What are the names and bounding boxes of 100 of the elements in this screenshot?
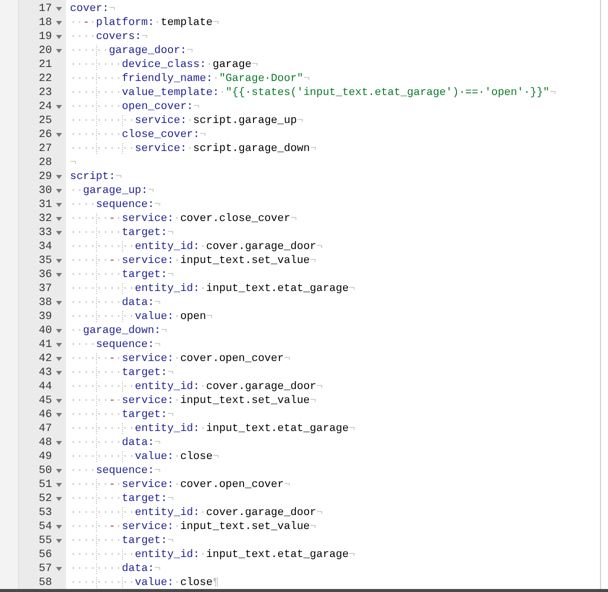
line-number: 42	[38, 352, 52, 366]
caret-icon[interactable]	[56, 343, 62, 347]
code-line: ········friendly_name:·"Garage·Door"¬	[70, 73, 310, 85]
line-number: 18	[38, 16, 52, 30]
code-line: ······-·service:·input_text.set_value¬	[70, 395, 316, 407]
code-line: cover:¬	[70, 3, 116, 15]
code-line: ··garage_down:¬	[70, 325, 168, 337]
caret-icon[interactable]	[56, 441, 62, 445]
code-line: ····covers:¬	[70, 31, 148, 43]
caret-icon[interactable]	[56, 7, 62, 11]
line-number: 35	[38, 254, 52, 268]
code-line: ··········entity_id:·input_text.etat_garage¬	[70, 423, 356, 435]
code-line: ········close_cover:¬	[70, 129, 206, 141]
line-number: 38	[38, 296, 52, 310]
caret-icon[interactable]	[56, 483, 62, 487]
code-line: ¬	[70, 157, 76, 169]
code-line: ··garage_up:¬	[70, 185, 154, 197]
caret-icon[interactable]	[56, 231, 62, 235]
line-number: 20	[38, 44, 52, 58]
caret-icon[interactable]	[56, 301, 62, 305]
line-number: 57	[38, 562, 52, 576]
caret-icon[interactable]	[56, 273, 62, 277]
line-number: 24	[38, 100, 52, 114]
caret-icon[interactable]	[56, 105, 62, 109]
code-line: ··········entity_id:·input_text.etat_garage¬	[70, 549, 356, 561]
line-number: 23	[38, 86, 52, 100]
caret-icon[interactable]	[56, 371, 62, 375]
line-number: 26	[38, 128, 52, 142]
caret-icon[interactable]	[56, 175, 62, 179]
line-number: 43	[38, 366, 52, 380]
caret-icon[interactable]	[56, 259, 62, 263]
line-number: 27	[38, 142, 52, 156]
line-number: 25	[38, 114, 52, 128]
code-line: ······-·service:·cover.open_cover¬	[70, 479, 290, 491]
caret-icon[interactable]	[56, 217, 62, 221]
caret-icon[interactable]	[56, 49, 62, 53]
code-line: ······-·service:·input_text.set_value¬	[70, 521, 316, 533]
line-number: 54	[38, 520, 52, 534]
line-number: 45	[38, 394, 52, 408]
line-number: 53	[38, 506, 52, 520]
caret-icon[interactable]	[56, 189, 62, 193]
line-number: 37	[38, 282, 52, 296]
line-number: 36	[38, 268, 52, 282]
code-line: ········value_template:·"{{·states('input_text.etat_garage')·==·'open'·}}"¬	[70, 87, 556, 99]
code-line: ······-·service:·input_text.set_value¬	[70, 255, 316, 267]
line-number: 56	[38, 548, 52, 562]
code-line: ····sequence:¬	[70, 339, 161, 351]
caret-icon[interactable]	[56, 497, 62, 501]
code-line: ········target:¬	[70, 493, 174, 505]
code-line: ··········service:·script.garage_up¬	[70, 115, 304, 127]
caret-icon[interactable]	[56, 399, 62, 403]
line-number: 40	[38, 324, 52, 338]
line-number: 19	[38, 30, 52, 44]
code-line: ··········value:·close¬	[70, 451, 220, 463]
code-line: ······garage_door:¬	[70, 45, 194, 57]
line-number: 28	[38, 156, 52, 170]
line-number: 47	[38, 422, 52, 436]
line-number: 32	[38, 212, 52, 226]
code-line: ··········value:·open¬	[70, 311, 213, 323]
line-number: 41	[38, 338, 52, 352]
code-line: ··········entity_id:·cover.garage_door¬	[70, 381, 323, 393]
caret-icon[interactable]	[56, 203, 62, 207]
line-number: 21	[38, 58, 52, 72]
line-number: 55	[38, 534, 52, 548]
code-line: ··-·platform:·template¬	[70, 17, 220, 29]
caret-icon[interactable]	[56, 133, 62, 137]
code-line: ······-·service:·cover.close_cover¬	[70, 213, 297, 225]
line-number: 39	[38, 310, 52, 324]
code-line: ··········entity_id:·input_text.etat_garage¬	[70, 283, 356, 295]
line-number: 33	[38, 226, 52, 240]
code-line: ··········value:·close¶	[70, 577, 220, 589]
line-number: 44	[38, 380, 52, 394]
caret-icon[interactable]	[56, 469, 62, 473]
line-number: 46	[38, 408, 52, 422]
line-number: 30	[38, 184, 52, 198]
caret-icon[interactable]	[56, 539, 62, 543]
code-line: ········open_cover:¬	[70, 101, 200, 113]
code-line: ········target:¬	[70, 409, 174, 421]
code-line: ··········service:·script.garage_down¬	[70, 143, 316, 155]
line-number: 29	[38, 170, 52, 184]
code-line: ········data:¬	[70, 437, 161, 449]
code-line: ········data:¬	[70, 297, 161, 309]
code-line: ········target:¬	[70, 367, 174, 379]
code-line: ········data:¬	[70, 563, 161, 575]
caret-icon[interactable]	[56, 525, 62, 529]
caret-icon[interactable]	[56, 567, 62, 571]
caret-icon[interactable]	[56, 357, 62, 361]
code-line: ········target:¬	[70, 269, 174, 281]
caret-icon[interactable]	[56, 21, 62, 25]
code-line: ········target:¬	[70, 535, 174, 547]
line-number: 51	[38, 478, 52, 492]
code-line: script:¬	[70, 171, 122, 183]
caret-icon[interactable]	[56, 329, 62, 333]
line-number: 17	[38, 2, 52, 16]
code-line: ··········entity_id:·cover.garage_door¬	[70, 241, 323, 253]
line-number: 34	[38, 240, 52, 254]
code-line: ······-·service:·cover.open_cover¬	[70, 353, 290, 365]
caret-icon[interactable]	[56, 35, 62, 39]
caret-icon[interactable]	[56, 413, 62, 417]
line-number: 22	[38, 72, 52, 86]
